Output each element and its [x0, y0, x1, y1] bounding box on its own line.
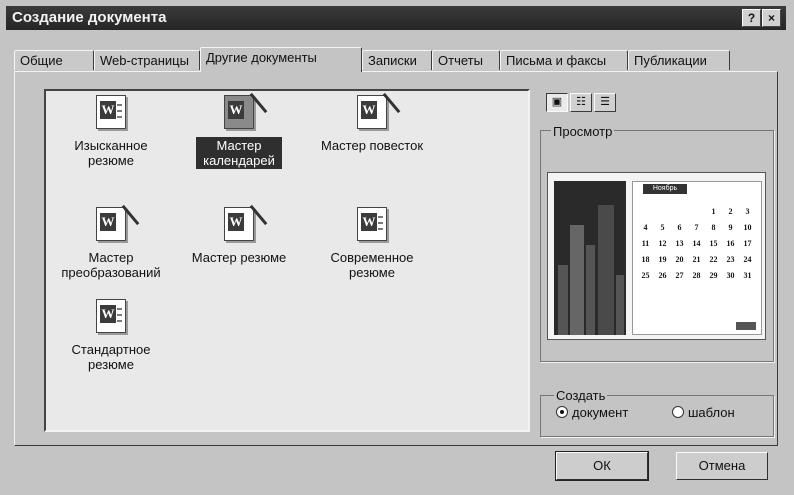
template-label: Мастер преобразований [61, 250, 161, 280]
calendar-preview: Ноябрь 1 2 34 5 6 7 8 9 1011 12 13 14 15 16 1718 19 20 21… [547, 172, 766, 340]
radio-template[interactable]: шаблон [672, 405, 735, 420]
calendar-page: Ноябрь 1 2 34 5 6 7 8 9 1011 12 13 14 15 16 1718 19 20 21… [632, 181, 762, 335]
radio-template-label: шаблон [688, 405, 735, 420]
word-document-icon: W [96, 95, 126, 129]
word-wizard-icon: W [224, 92, 268, 129]
calendar-day: 23 [726, 255, 735, 264]
calendar-day: 10 [743, 223, 752, 232]
word-document-icon: W [96, 299, 126, 333]
calendar-day: 2 [728, 207, 733, 216]
word-wizard-icon: W [357, 92, 401, 129]
calendar-day: 17 [743, 239, 752, 248]
template-label: Мастер календарей [196, 137, 282, 169]
details-view-icon[interactable]: ☰ [594, 93, 616, 112]
calendar-day: 9 [728, 223, 733, 232]
calendar-day: 1 [711, 207, 716, 216]
large-icons-view-icon[interactable]: ▣ [546, 93, 568, 112]
calendar-day: 11 [641, 239, 650, 248]
radio-unchecked-icon [672, 406, 684, 418]
template-item-resume-wizard[interactable]: W Мастер резюме [179, 204, 299, 266]
word-document-icon: W [357, 207, 387, 241]
create-document-dialog: Создание документа ? × Общие Web-страниц… [0, 0, 794, 495]
calendar-day: 18 [641, 255, 650, 264]
calendar-day: 24 [743, 255, 752, 264]
help-button[interactable]: ? [742, 9, 761, 27]
create-label: Создать [554, 388, 608, 403]
calendar-day: 15 [709, 239, 718, 248]
calendar-day: 12 [658, 239, 667, 248]
tab-letters-faxes[interactable]: Письма и факсы [500, 50, 628, 70]
calendar-day: 29 [709, 271, 718, 280]
calendar-day: 4 [643, 223, 648, 232]
word-wizard-icon: W [96, 204, 140, 241]
window-title: Создание документа [12, 9, 167, 26]
calendar-day: 25 [641, 271, 650, 280]
tab-other-documents[interactable]: Другие документы [200, 47, 362, 72]
calendar-day: 8 [711, 223, 716, 232]
tab-bar: Общие Web-страницы Другие документы Запи… [14, 47, 774, 72]
template-item-agenda-wizard[interactable]: W Мастер повесток [312, 92, 432, 154]
ok-button[interactable]: ОК [555, 451, 649, 481]
radio-document-label: документ [572, 405, 629, 420]
template-label: Мастер повесток [320, 138, 424, 153]
template-list[interactable]: W Изысканное резюме W Мастер календарей … [44, 89, 530, 432]
calendar-day: 6 [677, 223, 682, 232]
calendar-day: 26 [658, 271, 667, 280]
calendar-day: 28 [692, 271, 701, 280]
calendar-day: 16 [726, 239, 735, 248]
calendar-day: 14 [692, 239, 701, 248]
calendar-day: 30 [726, 271, 735, 280]
template-label: Стандартное резюме [71, 342, 151, 372]
template-label: Изысканное резюме [74, 138, 148, 168]
list-view-icon[interactable]: ☷ [570, 93, 592, 112]
tab-reports[interactable]: Отчеты [432, 50, 500, 70]
tab-memos[interactable]: Записки [362, 50, 432, 70]
calendar-day: 7 [694, 223, 699, 232]
template-label: Мастер резюме [191, 250, 287, 265]
calendar-day: 22 [709, 255, 718, 264]
radio-document[interactable]: документ [556, 405, 628, 420]
template-item-standard-resume[interactable]: W Стандартное резюме [51, 299, 171, 373]
calendar-day: 20 [675, 255, 684, 264]
tab-web-pages[interactable]: Web-страницы [94, 50, 200, 70]
radio-checked-icon [556, 406, 568, 418]
template-label: Современное резюме [330, 250, 414, 280]
tab-publications[interactable]: Публикации [628, 50, 730, 70]
calendar-day: 13 [675, 239, 684, 248]
calendar-day: 3 [745, 207, 750, 216]
city-skyline-image [554, 181, 626, 335]
calendar-day: 5 [660, 223, 665, 232]
cancel-button[interactable]: Отмена [676, 452, 768, 480]
title-bar: Создание документа ? × [6, 6, 786, 30]
calendar-day: 21 [692, 255, 701, 264]
calendar-day: 27 [675, 271, 684, 280]
tab-general[interactable]: Общие [14, 50, 94, 70]
word-wizard-icon: W [224, 204, 268, 241]
calendar-day: 31 [743, 271, 752, 280]
template-item-calendar-wizard[interactable]: W Мастер календарей [179, 92, 299, 169]
calendar-day: 19 [658, 255, 667, 264]
calendar-grid: 1 2 34 5 6 7 8 9 1011 12 13 14 15 16 1718 19 20 21 22 23 242… [637, 202, 757, 282]
calendar-month: Ноябрь [643, 184, 687, 194]
preview-label: Просмотр [551, 124, 615, 139]
template-item-contemporary-resume[interactable]: W Современное резюме [312, 207, 432, 281]
template-item-conversion-wizard[interactable]: W Мастер преобразований [51, 204, 171, 281]
template-item-elegant-resume[interactable]: W Изысканное резюме [51, 95, 171, 169]
close-button[interactable]: × [762, 9, 781, 27]
